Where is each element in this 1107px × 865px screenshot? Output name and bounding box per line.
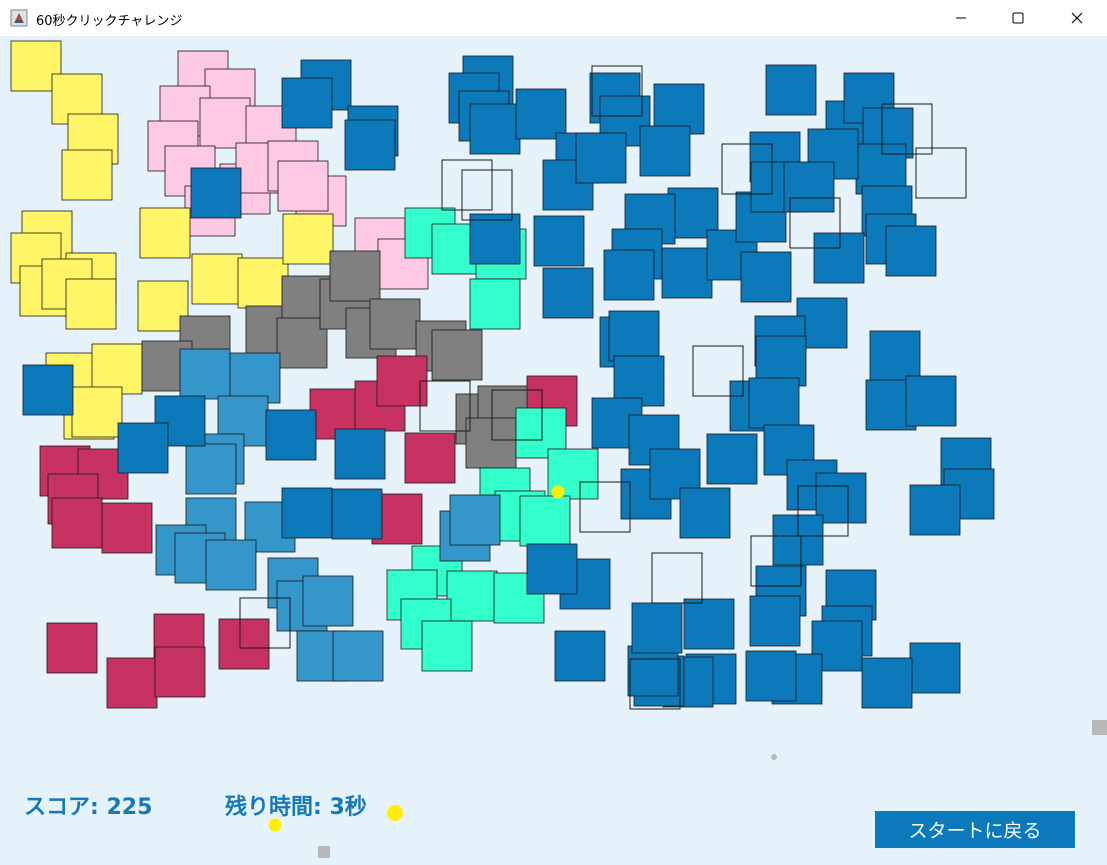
target-square[interactable] (190, 167, 242, 219)
target-square[interactable] (139, 207, 191, 259)
target-square[interactable] (909, 642, 961, 694)
target-square[interactable] (332, 630, 384, 682)
target-square[interactable] (277, 160, 329, 212)
minimize-button[interactable] (938, 0, 984, 36)
target-square[interactable] (179, 348, 231, 400)
target-square[interactable] (344, 119, 396, 171)
small-gray-marker (318, 846, 330, 858)
target-square[interactable] (185, 443, 237, 495)
target-square[interactable] (154, 646, 206, 698)
target-square-outline[interactable] (441, 159, 493, 211)
target-square[interactable] (46, 622, 98, 674)
target-square[interactable] (627, 645, 679, 697)
target-square[interactable] (465, 417, 517, 469)
target-square[interactable] (229, 352, 281, 404)
score-label: スコア: 225 (24, 795, 153, 820)
target-square[interactable] (706, 433, 758, 485)
target-square[interactable] (861, 657, 913, 709)
target-square[interactable] (783, 161, 835, 213)
target-square[interactable] (749, 595, 801, 647)
target-square[interactable] (51, 497, 103, 549)
small-gray-marker (1092, 720, 1107, 735)
minimize-icon (956, 17, 966, 19)
target-square[interactable] (117, 422, 169, 474)
target-square[interactable] (575, 132, 627, 184)
target-square[interactable] (281, 487, 333, 539)
target-square[interactable] (533, 215, 585, 267)
target-square[interactable] (71, 386, 123, 438)
target-square[interactable] (815, 472, 867, 524)
target-square[interactable] (218, 618, 270, 670)
target-square[interactable] (515, 88, 567, 140)
target-square[interactable] (813, 232, 865, 284)
target-square[interactable] (554, 630, 606, 682)
target-square-outline[interactable] (461, 169, 513, 221)
target-square[interactable] (905, 375, 957, 427)
back-to-start-button[interactable]: スタートに戻る (875, 811, 1075, 848)
target-square[interactable] (639, 125, 691, 177)
target-square-outline[interactable] (651, 552, 703, 604)
target-square[interactable] (748, 377, 800, 429)
target-square[interactable] (431, 329, 483, 381)
target-square[interactable] (683, 598, 735, 650)
target-square[interactable] (91, 343, 143, 395)
small-gray-dot (771, 754, 777, 760)
target-square[interactable] (282, 213, 334, 265)
target-square[interactable] (869, 330, 921, 382)
target-square-outline[interactable] (915, 147, 967, 199)
target-square[interactable] (302, 575, 354, 627)
target-square[interactable] (369, 298, 421, 350)
java-app-icon (10, 9, 28, 27)
target-square[interactable] (199, 97, 251, 149)
target-square[interactable] (469, 103, 521, 155)
target-square[interactable] (608, 310, 660, 362)
time-remaining-label: 残り時間: 3秒 (225, 795, 367, 820)
bonus-dot[interactable] (387, 805, 403, 821)
target-square[interactable] (661, 247, 713, 299)
target-square[interactable] (449, 494, 501, 546)
target-square[interactable] (329, 250, 381, 302)
target-square[interactable] (603, 249, 655, 301)
target-square[interactable] (526, 543, 578, 595)
target-square[interactable] (276, 317, 328, 369)
maximize-icon (1012, 12, 1024, 24)
target-square[interactable] (909, 484, 961, 536)
game-area[interactable]: スコア: 225 残り時間: 3秒 スタートに戻る (0, 36, 1107, 865)
target-square[interactable] (519, 495, 571, 547)
target-square[interactable] (265, 409, 317, 461)
target-square[interactable] (631, 602, 683, 654)
target-square[interactable] (740, 251, 792, 303)
target-square[interactable] (679, 487, 731, 539)
target-square[interactable] (542, 267, 594, 319)
target-square[interactable] (191, 253, 243, 305)
target-square[interactable] (106, 657, 158, 709)
target-square[interactable] (237, 257, 289, 309)
window-title: 60秒クリックチャレンジ (36, 14, 183, 29)
target-square[interactable] (469, 213, 521, 265)
target-square[interactable] (101, 502, 153, 554)
close-button[interactable] (1054, 0, 1100, 36)
maximize-button[interactable] (995, 0, 1041, 36)
close-icon (1071, 12, 1083, 24)
target-square[interactable] (331, 488, 383, 540)
target-square[interactable] (22, 364, 74, 416)
target-square[interactable] (65, 278, 117, 330)
target-square[interactable] (765, 64, 817, 116)
target-square[interactable] (281, 77, 333, 129)
square-board[interactable] (0, 36, 1107, 865)
target-square[interactable] (404, 432, 456, 484)
target-square[interactable] (446, 570, 498, 622)
title-bar: 60秒クリックチャレンジ (0, 0, 1107, 36)
target-square[interactable] (334, 428, 386, 480)
target-square[interactable] (205, 539, 257, 591)
target-square[interactable] (469, 278, 521, 330)
bonus-dot[interactable] (551, 485, 565, 499)
target-square[interactable] (421, 620, 473, 672)
target-square[interactable] (885, 225, 937, 277)
target-square[interactable] (745, 650, 797, 702)
target-square[interactable] (61, 149, 113, 201)
